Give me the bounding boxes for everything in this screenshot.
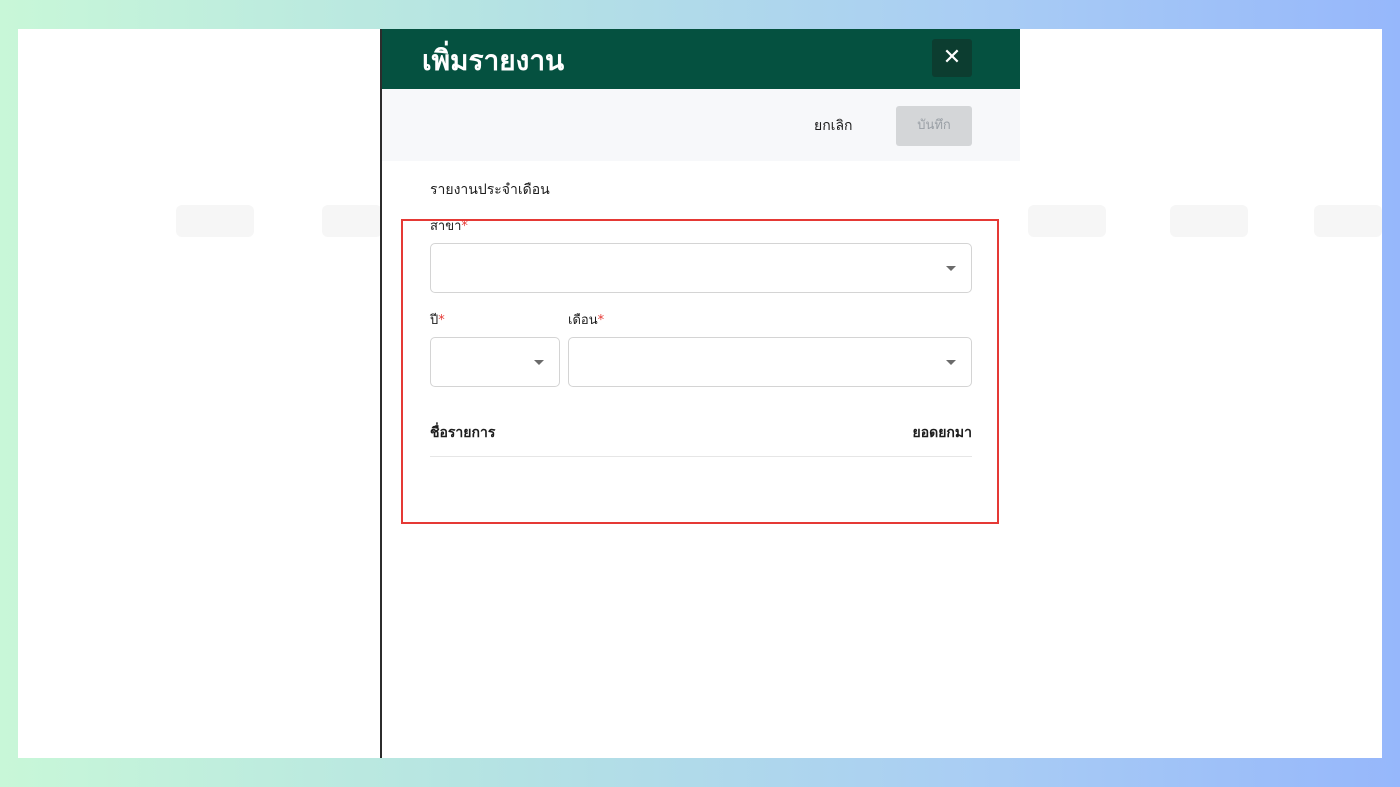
close-button[interactable]: ✕ (932, 39, 972, 77)
background-placeholder (176, 205, 254, 237)
close-icon: ✕ (942, 45, 962, 70)
dialog-header: เพิ่มรายงาน ✕ (382, 29, 1020, 89)
action-bar: ยกเลิก บันทึก (382, 89, 1020, 161)
save-button[interactable]: บันทึก (896, 106, 972, 146)
cancel-button[interactable]: ยกเลิก (814, 117, 853, 135)
background-placeholder (1028, 205, 1106, 237)
highlight-box (401, 219, 999, 524)
background-placeholder (322, 205, 382, 237)
dialog-title: เพิ่มรายงาน (422, 44, 565, 77)
background-placeholder (1314, 205, 1382, 237)
app-canvas: เพิ่มรายงาน ✕ ยกเลิก บันทึก รายงานประจำเ… (18, 29, 1382, 758)
background-placeholder (1170, 205, 1248, 237)
section-title: รายงานประจำเดือน (430, 182, 550, 198)
